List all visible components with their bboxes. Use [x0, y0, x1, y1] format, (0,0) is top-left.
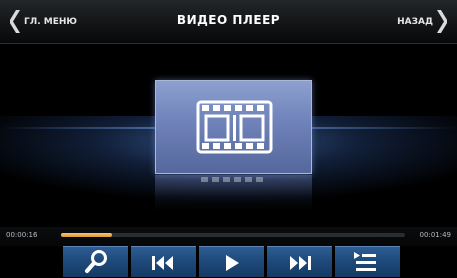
film-strip-reflection-icon — [201, 177, 263, 182]
control-bar — [0, 246, 457, 277]
next-track-icon — [290, 256, 311, 270]
next-track-button[interactable] — [267, 246, 332, 277]
previous-track-button[interactable] — [131, 246, 196, 277]
film-strip-icon — [196, 100, 273, 154]
play-button[interactable] — [199, 246, 264, 277]
elapsed-time: 00:00:16 — [6, 231, 38, 239]
progress-bar: 00:00:16 00:01:49 — [0, 227, 457, 246]
main-menu-button[interactable]: ГЛ. МЕНЮ — [10, 9, 77, 34]
back-label: НАЗАД — [397, 16, 433, 27]
chevron-left-icon — [10, 10, 20, 33]
tile-reflection — [155, 175, 312, 211]
back-button[interactable]: НАЗАД — [397, 9, 447, 34]
chevron-right-icon — [437, 10, 447, 33]
main-menu-label: ГЛ. МЕНЮ — [24, 16, 77, 27]
playlist-icon — [354, 252, 376, 271]
video-display[interactable] — [0, 44, 457, 227]
search-icon — [85, 250, 107, 273]
seek-slider-fill — [61, 233, 112, 237]
previous-track-icon — [152, 256, 173, 270]
video-placeholder-tile — [155, 80, 312, 174]
search-button[interactable] — [63, 246, 128, 277]
page-title: ВИДЕО ПЛЕЕР — [176, 13, 281, 27]
playlist-button[interactable] — [335, 246, 400, 277]
play-icon — [226, 255, 239, 271]
seek-slider[interactable] — [61, 233, 405, 237]
top-bar: ГЛ. МЕНЮ ВИДЕО ПЛЕЕР НАЗАД — [0, 0, 457, 44]
total-time: 00:01:49 — [419, 231, 451, 239]
